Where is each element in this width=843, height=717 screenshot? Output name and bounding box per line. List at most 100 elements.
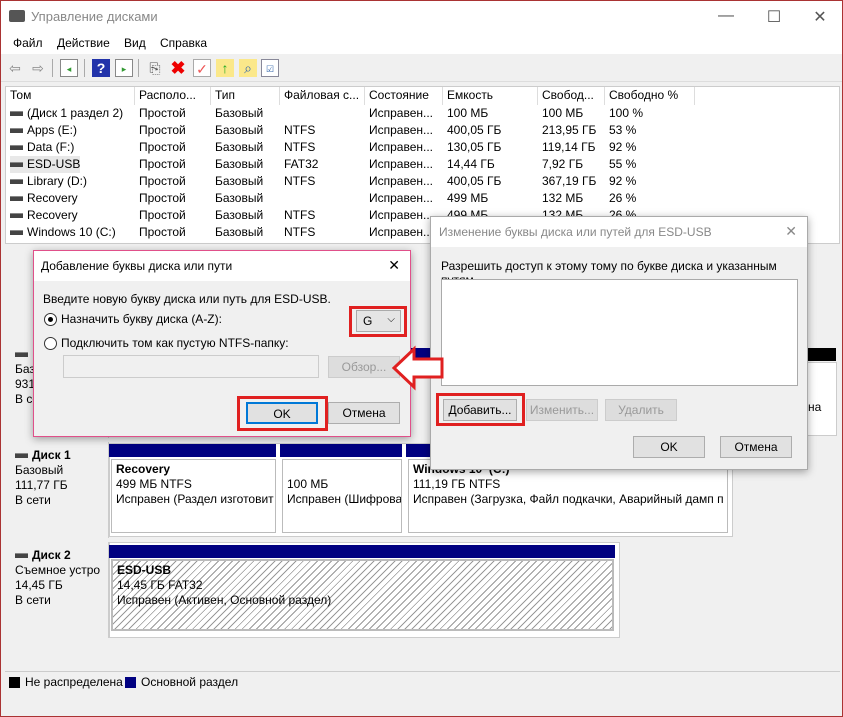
menu-help[interactable]: Справка (160, 36, 207, 50)
help-icon[interactable]: ? (92, 59, 110, 77)
change-button[interactable]: Изменить... (526, 399, 598, 421)
dialog-close-button[interactable]: ✕ (388, 257, 400, 274)
table-cell: 100 МБ (447, 105, 488, 122)
mount-folder-label: Подключить том как пустую NTFS-папку: (61, 336, 289, 350)
table-cell: 92 % (609, 139, 636, 156)
menu-file[interactable]: Файл (13, 36, 43, 50)
mount-folder-radio[interactable] (44, 337, 57, 350)
remove-button[interactable]: Удалить (605, 399, 677, 421)
change-drive-letter-dialog: Изменение буквы диска или путей для ESD-… (430, 216, 808, 470)
cell-text: 400,05 ГБ (447, 123, 502, 137)
table-row[interactable]: Recovery Простой Базовый Исправен... 499 МБ 1… (6, 190, 839, 207)
partition-size: 14,45 ГБ FAT32 (117, 578, 203, 592)
cell-text: 400,05 ГБ (447, 174, 502, 188)
disk1-partition-windows[interactable]: Windows 10 (C:) 111,19 ГБ NTFS Исправен … (408, 459, 728, 533)
properties-icon[interactable]: ✓ (193, 59, 211, 77)
table-cell: 7,92 ГБ (542, 156, 583, 173)
table-cell: 499 МБ (447, 190, 488, 207)
cell-text: Apps (E:) (27, 123, 78, 137)
minimize-button[interactable]: — (711, 7, 741, 25)
folder-search-icon[interactable]: ⌕ (239, 59, 257, 77)
dialog-title: Добавление буквы диска или пути (41, 259, 233, 273)
partition-status: Исправен (Шифрова (287, 492, 402, 506)
table-cell: 55 % (609, 156, 636, 173)
table-cell: 14,44 ГБ (447, 156, 495, 173)
close-button[interactable]: ✕ (805, 7, 835, 27)
disk2-label[interactable]: Диск 2 Съемное устро 14,45 ГБ В сети (9, 542, 109, 638)
table-cell: Базовый (215, 122, 263, 139)
maximize-button[interactable]: ☐ (759, 7, 789, 27)
console-tree-icon[interactable]: ◂ (60, 59, 78, 77)
cell-text: Базовый (215, 106, 264, 120)
table-cell: Базовый (215, 173, 263, 190)
table-cell: Исправен... (369, 173, 433, 190)
table-cell: Исправен... (369, 190, 433, 207)
disk1-partition-2[interactable]: 100 МБ Исправен (Шифрова (282, 459, 402, 533)
table-row[interactable]: ESD-USB Простой Базовый FAT32 Исправен... 14,… (6, 156, 839, 173)
table-cell: Базовый (215, 139, 263, 156)
cell-text: Простой (139, 123, 186, 137)
folder-path-input[interactable] (63, 355, 319, 378)
toolbar: ⇦ ⇨ ◂ ? ▸ ⎘ ✖ ✓ ↑ ⌕ ☑ (1, 54, 842, 82)
disk1-label[interactable]: Диск 1 Базовый 111,77 ГБ В сети (9, 442, 109, 538)
title-bar: Управление дисками — ☐ ✕ (1, 1, 842, 33)
table-cell: Простой (139, 173, 186, 190)
connect-icon[interactable]: ⎘ (146, 59, 164, 77)
cell-text: NTFS (284, 174, 316, 188)
disk1-partition-recovery[interactable]: Recovery 499 МБ NTFS Исправен (Раздел из… (111, 459, 276, 533)
column-header-layout[interactable]: Располо... (135, 87, 211, 105)
cell-text: Простой (139, 157, 186, 171)
table-cell: Apps (E:) (10, 122, 77, 139)
dialog-close-button[interactable]: ✕ (785, 223, 797, 240)
volume-icon (10, 145, 23, 151)
volume-icon (10, 230, 23, 236)
checklist-icon[interactable]: ☑ (261, 59, 279, 77)
partition-status: Исправен (Активен, Основной раздел) (117, 593, 332, 607)
cell-text: Исправен... (369, 174, 434, 188)
cell-text: 499 МБ (447, 191, 489, 205)
disk2-partition-esd-usb[interactable]: ESD-USB 14,45 ГБ FAT32 Исправен (Активен… (111, 559, 614, 631)
table-row[interactable]: Library (D:) Простой Базовый NTFS Исправен..… (6, 173, 839, 190)
column-header-free-percent[interactable]: Свободно % (605, 87, 695, 105)
column-header-type[interactable]: Тип (211, 87, 280, 105)
cell-text: Базовый (215, 225, 264, 239)
disk1-status: В сети (15, 493, 51, 507)
back-icon[interactable]: ⇦ (6, 59, 24, 77)
cancel-button[interactable]: Отмена (720, 436, 792, 458)
cell-text: NTFS (284, 123, 316, 137)
paths-list[interactable] (441, 279, 798, 386)
column-header-volume[interactable]: Том (6, 87, 135, 105)
dialog-title: Изменение буквы диска или путей для ESD-… (439, 225, 712, 239)
assign-letter-radio[interactable] (44, 313, 57, 326)
partition-size: 111,19 ГБ NTFS (413, 477, 501, 491)
table-row[interactable]: Apps (E:) Простой Базовый NTFS Исправен... 40… (6, 122, 839, 139)
cell-text: Базовый (215, 157, 264, 171)
disk2-name: Диск 2 (32, 548, 71, 562)
column-header-capacity[interactable]: Емкость (443, 87, 538, 105)
table-cell: Простой (139, 207, 186, 224)
disk-icon (15, 352, 28, 358)
folder-up-icon[interactable]: ↑ (216, 59, 234, 77)
column-header-filesystem[interactable]: Файловая с... (280, 87, 365, 105)
menu-view[interactable]: Вид (124, 36, 146, 50)
ok-button[interactable]: OK (633, 436, 705, 458)
column-header-status[interactable]: Состояние (365, 87, 443, 105)
delete-icon[interactable]: ✖ (169, 59, 187, 77)
table-cell: 100 % (609, 105, 643, 122)
action-pane-icon[interactable]: ▸ (115, 59, 133, 77)
column-header-free[interactable]: Свобод... (538, 87, 605, 105)
table-cell: 213,95 ГБ (542, 122, 596, 139)
window-title: Управление дисками (31, 9, 158, 24)
cell-text: FAT32 (284, 157, 319, 171)
forward-icon[interactable]: ⇨ (29, 59, 47, 77)
cell-text: Простой (139, 174, 186, 188)
cancel-button[interactable]: Отмена (328, 402, 400, 424)
menu-action[interactable]: Действие (57, 36, 110, 50)
partition-name (287, 462, 401, 477)
table-row[interactable]: Data (F:) Простой Базовый NTFS Исправен... 13… (6, 139, 839, 156)
cell-text: Recovery (27, 191, 78, 205)
table-cell: Простой (139, 190, 186, 207)
table-row[interactable]: (Диск 1 раздел 2) Простой Базовый Исправен.… (6, 105, 839, 122)
table-cell: Простой (139, 105, 186, 122)
cell-text: Исправен... (369, 191, 434, 205)
